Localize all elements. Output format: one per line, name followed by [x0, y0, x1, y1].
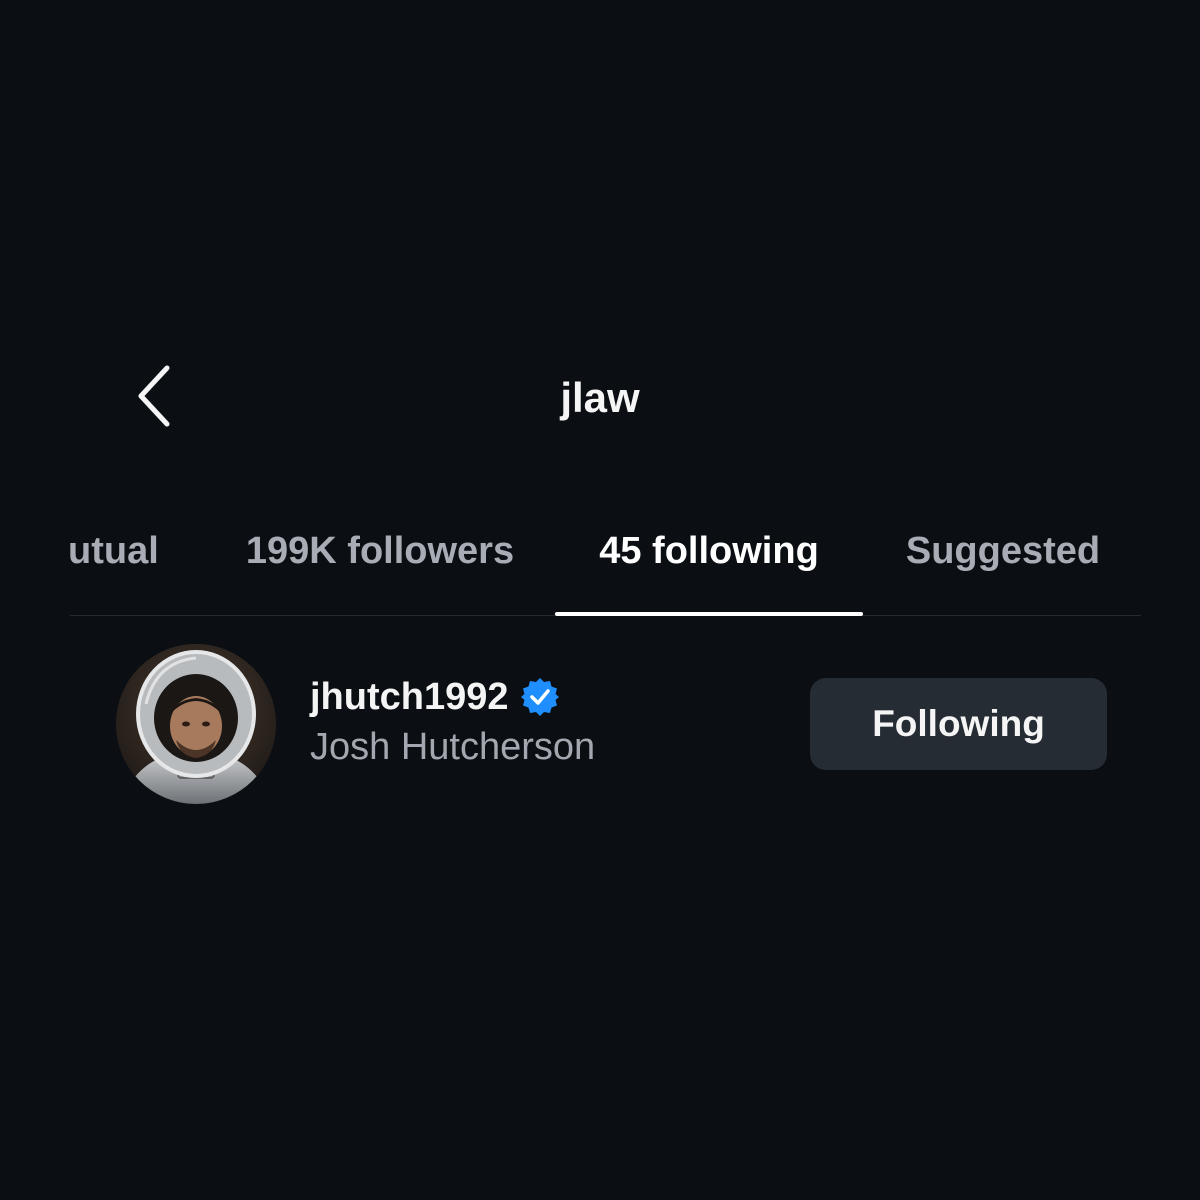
back-button[interactable]: [120, 360, 190, 436]
following-list-screen: jlaw utual 199K followers 45 following S…: [0, 0, 1200, 1200]
chevron-left-icon: [135, 364, 175, 433]
tab-following[interactable]: 45 following: [555, 520, 863, 615]
user-info[interactable]: jhutch1992 Josh Hutcherson: [310, 670, 760, 769]
following-button[interactable]: Following: [810, 678, 1107, 770]
tab-followers[interactable]: 199K followers: [230, 520, 530, 615]
verified-badge-icon: [519, 676, 561, 718]
username-line: jhutch1992: [310, 670, 760, 724]
display-name: Josh Hutcherson: [310, 726, 596, 768]
tab-bar: utual 199K followers 45 following Sugges…: [68, 520, 1141, 616]
active-tab-indicator: [555, 612, 863, 616]
page-title: jlaw: [560, 374, 640, 421]
astronaut-photo: [116, 644, 276, 804]
avatar[interactable]: [116, 644, 276, 804]
tab-mutual[interactable]: utual: [68, 520, 168, 615]
username[interactable]: jhutch1992: [310, 676, 509, 719]
tab-suggested[interactable]: Suggested: [888, 520, 1118, 615]
list-item[interactable]: jhutch1992 Josh Hutcherson Following: [70, 630, 1141, 820]
